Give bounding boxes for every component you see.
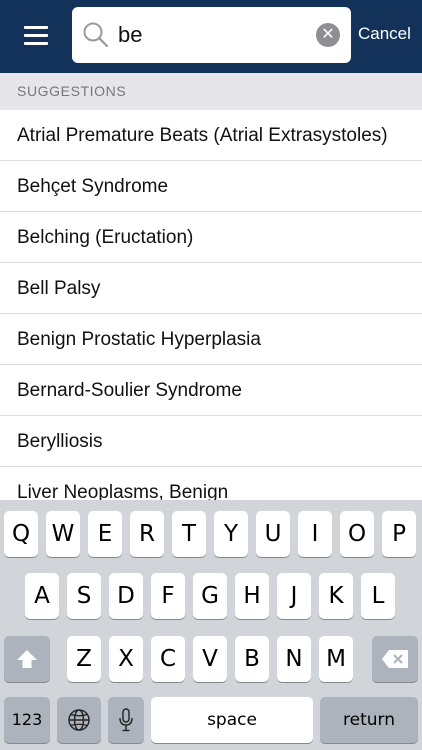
list-item[interactable]: Bell Palsy: [0, 263, 422, 314]
key-s[interactable]: S: [67, 573, 101, 619]
list-item[interactable]: Atrial Premature Beats (Atrial Extrasyst…: [0, 110, 422, 161]
space-key[interactable]: space: [151, 697, 313, 743]
delete-key[interactable]: [372, 636, 418, 682]
menu-line: [24, 26, 48, 29]
shift-icon: [17, 650, 37, 668]
list-item[interactable]: Belching (Eructation): [0, 212, 422, 263]
key-y[interactable]: Y: [214, 511, 248, 557]
top-bar: ✕ Cancel: [0, 0, 422, 73]
key-j[interactable]: J: [277, 573, 311, 619]
menu-line: [24, 34, 48, 37]
suggestions-header: SUGGESTIONS: [0, 73, 422, 110]
key-p[interactable]: P: [382, 511, 416, 557]
globe-icon: [68, 709, 90, 731]
key-x[interactable]: X: [109, 636, 143, 682]
list-item[interactable]: Liver Neoplasms, Benign: [0, 467, 422, 500]
key-n[interactable]: N: [277, 636, 311, 682]
search-input[interactable]: [118, 17, 303, 53]
key-h[interactable]: H: [235, 573, 269, 619]
key-q[interactable]: Q: [4, 511, 38, 557]
key-f[interactable]: F: [151, 573, 185, 619]
cancel-button[interactable]: Cancel: [358, 24, 411, 44]
list-item[interactable]: Benign Prostatic Hyperplasia: [0, 314, 422, 365]
numbers-key[interactable]: 123: [4, 697, 50, 743]
search-box[interactable]: ✕: [72, 7, 351, 63]
shift-key[interactable]: [4, 636, 50, 682]
key-b[interactable]: B: [235, 636, 269, 682]
list-item[interactable]: Bernard-Soulier Syndrome: [0, 365, 422, 416]
key-k[interactable]: K: [319, 573, 353, 619]
keyboard: Q W E R T Y U I O P A S D F G H J K L Z …: [0, 500, 422, 750]
key-u[interactable]: U: [256, 511, 290, 557]
key-w[interactable]: W: [46, 511, 80, 557]
suggestion-list: Atrial Premature Beats (Atrial Extrasyst…: [0, 110, 422, 500]
key-r[interactable]: R: [130, 511, 164, 557]
key-t[interactable]: T: [172, 511, 206, 557]
clear-search-icon[interactable]: ✕: [316, 23, 340, 47]
list-item[interactable]: Behçet Syndrome: [0, 161, 422, 212]
key-c[interactable]: C: [151, 636, 185, 682]
globe-key[interactable]: [57, 697, 101, 743]
key-a[interactable]: A: [25, 573, 59, 619]
menu-line: [24, 42, 48, 45]
key-i[interactable]: I: [298, 511, 332, 557]
key-e[interactable]: E: [88, 511, 122, 557]
mic-key[interactable]: [108, 697, 144, 743]
search-icon: [83, 22, 109, 48]
key-d[interactable]: D: [109, 573, 143, 619]
backspace-icon: [382, 650, 408, 668]
key-m[interactable]: M: [319, 636, 353, 682]
list-item[interactable]: Berylliosis: [0, 416, 422, 467]
hamburger-menu-icon[interactable]: [18, 20, 54, 52]
key-z[interactable]: Z: [67, 636, 101, 682]
key-v[interactable]: V: [193, 636, 227, 682]
key-l[interactable]: L: [361, 573, 395, 619]
key-g[interactable]: G: [193, 573, 227, 619]
return-key[interactable]: return: [320, 697, 418, 743]
key-o[interactable]: O: [340, 511, 374, 557]
microphone-icon: [119, 708, 133, 732]
